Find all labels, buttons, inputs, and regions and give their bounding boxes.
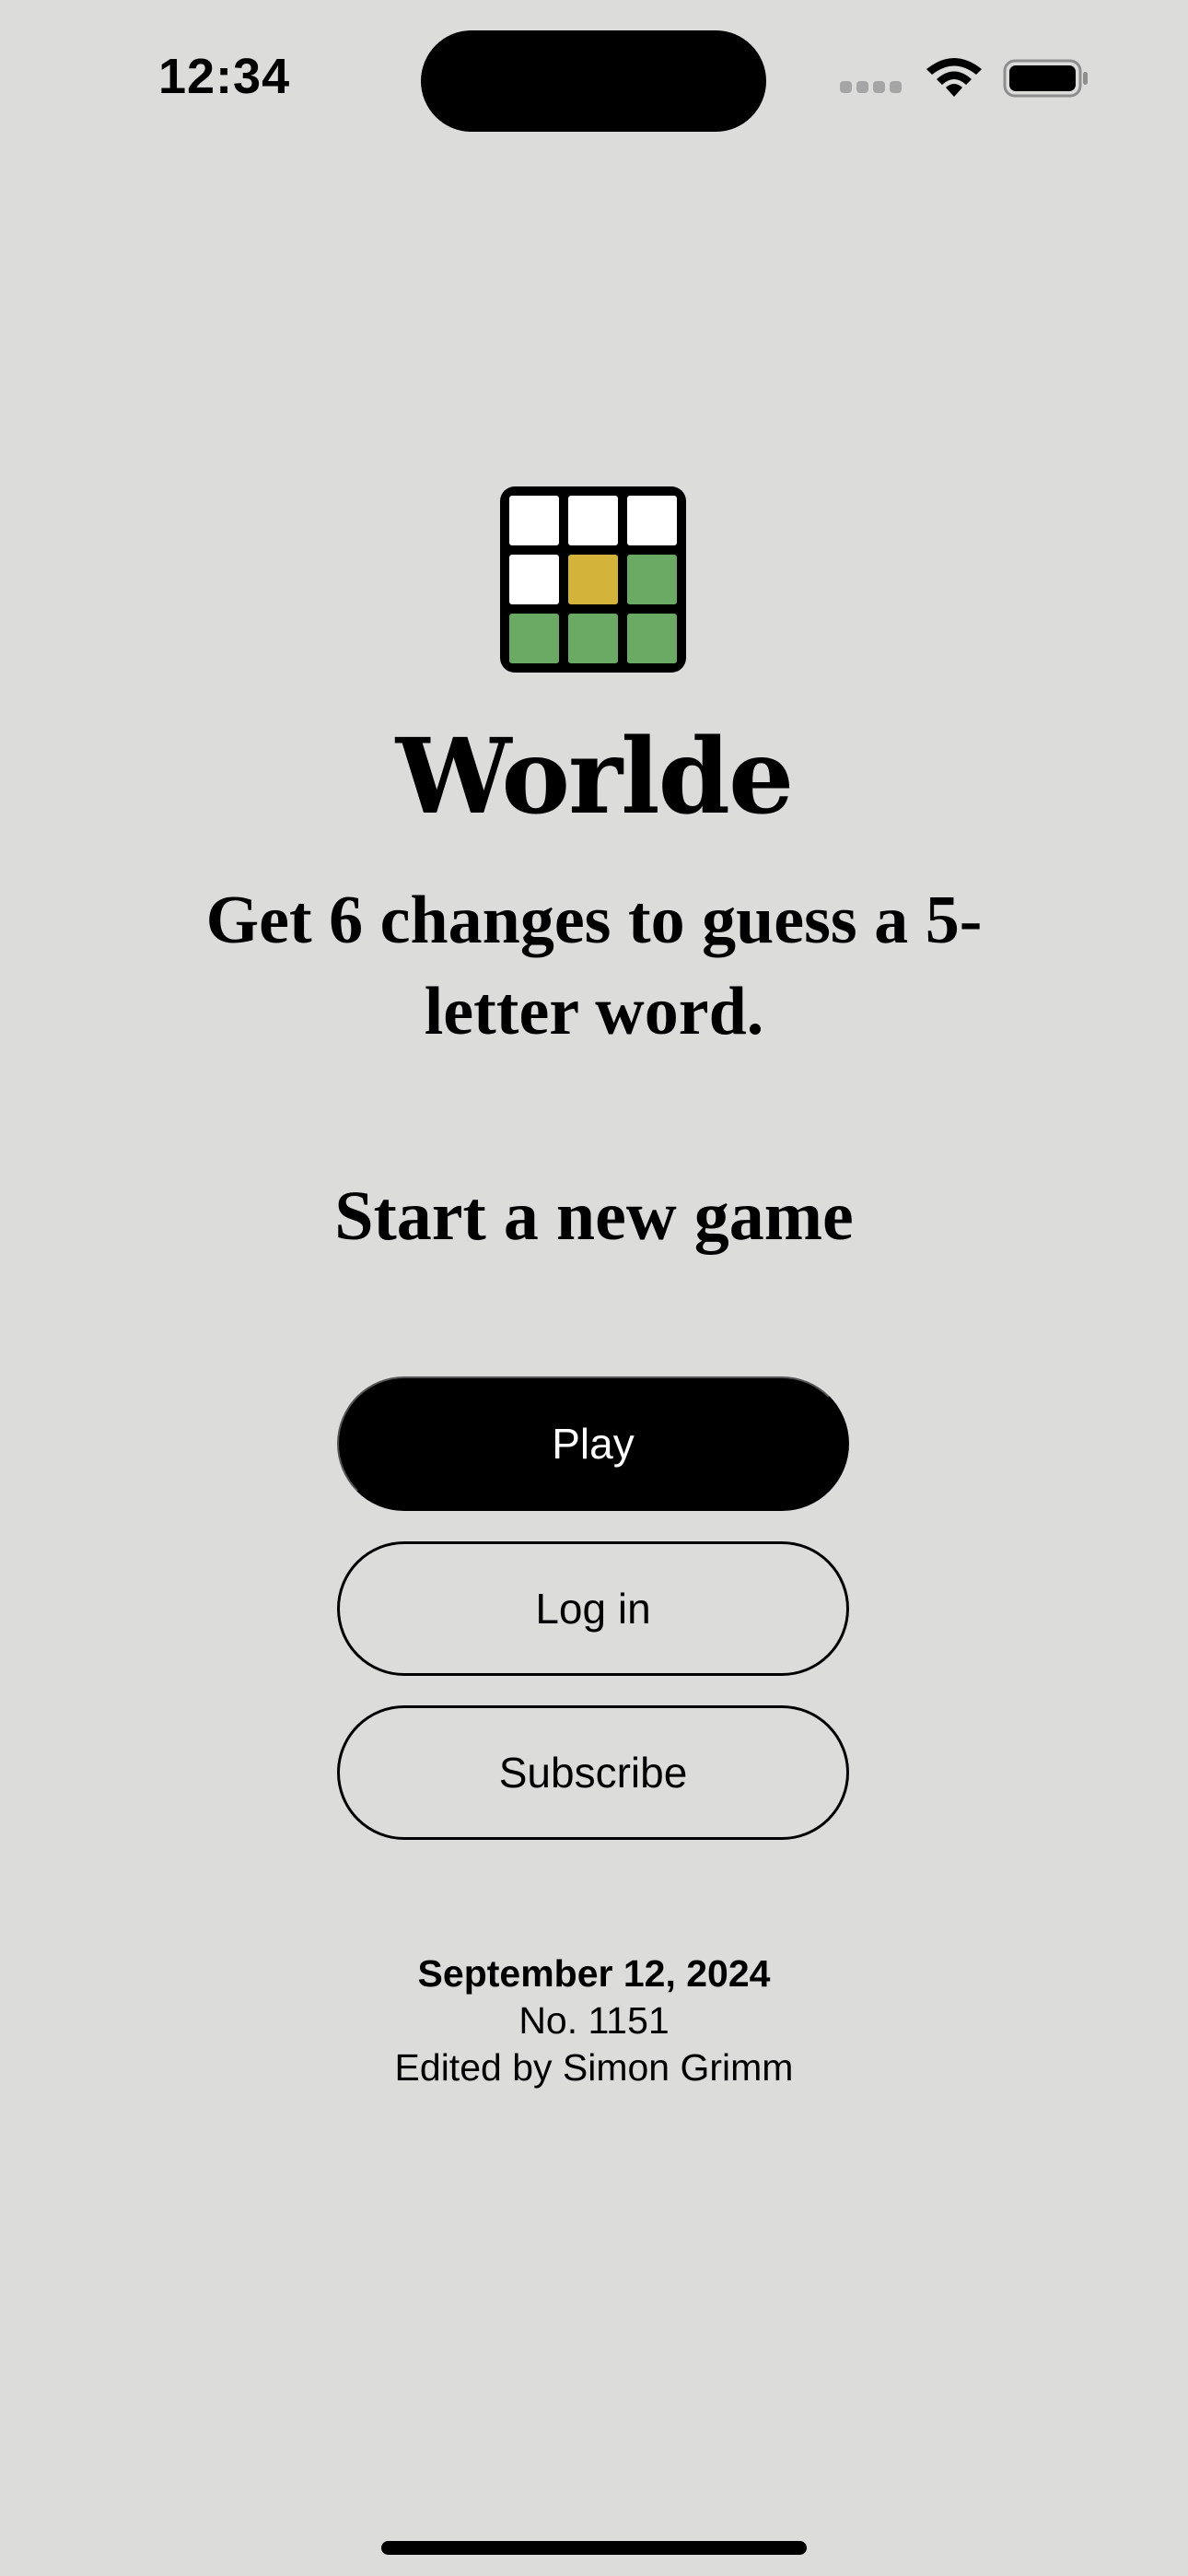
logo-tile	[627, 614, 677, 663]
start-game-heading: Start a new game	[334, 1177, 854, 1255]
play-button[interactable]: Play	[337, 1376, 849, 1511]
puzzle-editor: Edited by Simon Grimm	[394, 2046, 794, 2089]
logo-tile	[568, 496, 618, 545]
subscribe-button[interactable]: Subscribe	[337, 1705, 849, 1840]
logo-tile	[627, 555, 677, 604]
logo-tile	[627, 496, 677, 545]
logo-tile	[509, 496, 559, 545]
home-indicator[interactable]	[381, 2541, 807, 2555]
app-title: Worlde	[395, 717, 794, 837]
wifi-icon	[926, 58, 982, 97]
logo-tile	[568, 614, 618, 663]
logo-tile	[509, 555, 559, 604]
logo-tile	[509, 614, 559, 663]
log-in-button[interactable]: Log in	[337, 1541, 849, 1676]
logo-tile	[568, 555, 618, 604]
cellular-signal-icon	[840, 80, 902, 93]
puzzle-info: September 12, 2024 No. 1151 Edited by Si…	[0, 1950, 1188, 2091]
status-bar-icons	[840, 55, 1089, 101]
wordle-grid-logo-icon	[500, 486, 686, 673]
app-subtitle: Get 6 changes to guess a 5-letter word.	[205, 883, 983, 1049]
status-bar-time: 12:34	[158, 49, 291, 104]
battery-icon	[1003, 59, 1088, 98]
puzzle-number: No. 1151	[518, 1999, 670, 2042]
dynamic-island	[421, 30, 766, 132]
puzzle-date: September 12, 2024	[417, 1952, 771, 1995]
